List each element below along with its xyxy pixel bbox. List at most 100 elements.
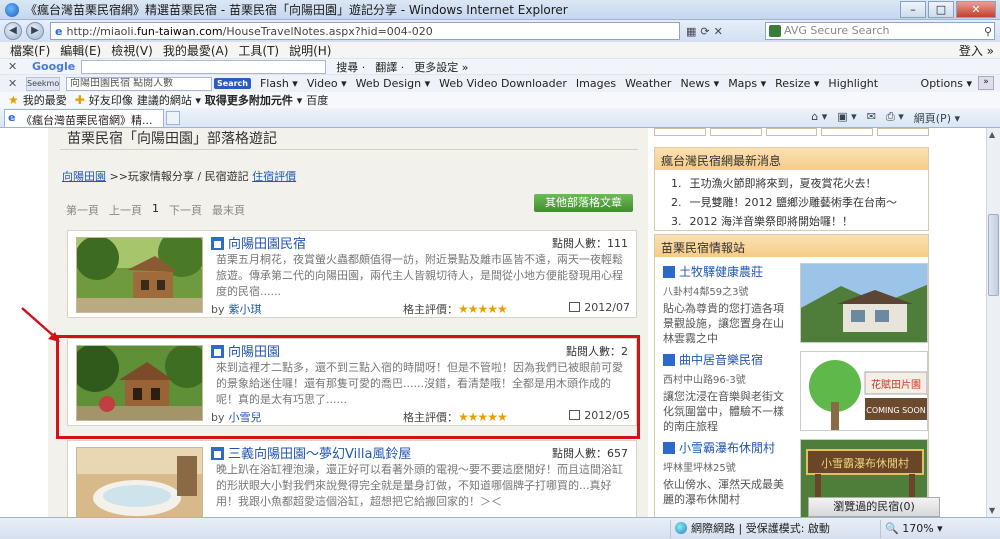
bnb-image[interactable]: 花賦田片園 COMING SOON — [800, 351, 928, 431]
fav-baidu[interactable]: 百度 — [306, 92, 328, 108]
post-title[interactable]: 三義向陽田園～夢幻Villa風鈴屋 — [211, 443, 411, 462]
sidebar-top-tab[interactable] — [877, 128, 929, 136]
links-toolbar-close-icon[interactable]: ✕ — [8, 77, 18, 90]
search-icon[interactable]: ⚲ — [984, 24, 992, 40]
url-suffix: /HouseTravelNotes.aspx?hid=004-020 — [222, 24, 433, 38]
scrollbar-thumb[interactable] — [988, 214, 999, 296]
favorites-star-icon[interactable]: ★ — [8, 93, 19, 107]
avg-icon — [769, 25, 781, 37]
toolbar-weather[interactable]: Weather — [625, 77, 671, 90]
bnb-description: 讓您沈浸在音樂與老街文化氛圍當中，體驗不一樣的南庄旅程 — [663, 390, 784, 433]
toolbar-search-input[interactable]: 向陽田園民宿 點閱人數 — [66, 76, 212, 91]
svg-text:花賦田片園: 花賦田片園 — [871, 378, 921, 391]
google-translate-button[interactable]: 翻譯 · — [375, 59, 404, 75]
sidebar-top-tabs — [654, 128, 929, 138]
compat-view-icon[interactable]: ▦ — [686, 25, 696, 38]
menu-view[interactable]: 檢視(V) — [111, 42, 153, 59]
toolbar-search-button[interactable]: Search — [214, 78, 251, 89]
news-box: 瘋台灣民宿網最新消息 1. 王功漁火節即將來到，夏夜賞花火去！ 2. 一見雙雕！20… — [654, 147, 929, 231]
google-toolbar-close-icon[interactable]: ✕ — [8, 60, 18, 73]
refresh-icon[interactable]: ⟳ — [700, 25, 709, 38]
pager-first[interactable]: 第一頁 — [66, 202, 99, 218]
bnb-image[interactable] — [800, 263, 928, 343]
toolbar-options[interactable]: Options ▾ — [921, 77, 972, 90]
page-menu[interactable]: 網頁(P) ▾ — [914, 110, 960, 126]
fav-addons[interactable]: 取得更多附加元件 ▾ — [205, 92, 302, 108]
print-icon[interactable]: ⎙ ▾ — [886, 110, 904, 126]
toolbar-chevron-icon[interactable]: » — [978, 76, 994, 90]
toolbar-web-design[interactable]: Web Design ▾ — [356, 77, 430, 90]
maximize-button[interactable]: □ — [928, 1, 954, 18]
menu-edit[interactable]: 編輯(E) — [60, 42, 101, 59]
pager-last[interactable]: 最末頁 — [212, 202, 245, 218]
security-zone[interactable]: 網際網路 | 受保護模式: 啟動 — [670, 520, 830, 538]
fav-friends[interactable]: 好友印像 — [89, 92, 133, 108]
scroll-down-icon[interactable]: ▼ — [989, 506, 995, 515]
feeds-icon[interactable]: ▣ ▾ — [837, 110, 856, 126]
post-author[interactable]: 紫小琪 — [229, 303, 262, 316]
sidebar-top-tab[interactable] — [821, 128, 874, 136]
add-favorite-icon[interactable]: ✚ — [75, 93, 85, 107]
toolbar-news[interactable]: News ▾ — [680, 77, 719, 90]
favorites-bar: ★ 我的最愛 ✚ 好友印像 建議的網站 ▾ 取得更多附加元件 ▾ 百度 — [0, 92, 1000, 108]
tab-active[interactable]: 《瘋台灣苗栗民宿網》精... — [4, 108, 164, 127]
zoom-control[interactable]: 🔍 170% ▾ — [880, 520, 943, 538]
pager-prev[interactable]: 上一頁 — [109, 202, 142, 218]
breadcrumb-root[interactable]: 向陽田園 — [62, 170, 106, 183]
news-item[interactable]: 3. 2012 海洋音樂祭即將開始囉！！ — [671, 212, 920, 231]
fav-suggested-sites[interactable]: 建議的網站 ▾ — [137, 92, 201, 108]
toolbar-images[interactable]: Images — [576, 77, 616, 90]
url-prefix: http://miaoli. — [66, 24, 138, 38]
other-blog-posts-button[interactable]: 其他部落格文章 — [534, 194, 633, 212]
viewed-bnb-button[interactable]: 瀏覽過的民宿(0) — [808, 497, 940, 517]
post-title[interactable]: 向陽田園民宿 — [211, 233, 306, 252]
breadcrumb-current[interactable]: 住宿評價 — [252, 170, 296, 183]
google-logo: Google — [32, 60, 76, 73]
google-more-button[interactable]: 更多設定 » — [414, 59, 468, 75]
breadcrumb-middle: >>玩家情報分享 / 民宿遊記 — [109, 170, 253, 183]
close-button[interactable]: ✕ — [956, 1, 996, 18]
stop-icon[interactable]: ✕ — [714, 25, 723, 38]
toolbar-flash[interactable]: Flash ▾ — [260, 77, 298, 90]
scroll-up-icon[interactable]: ▲ — [989, 130, 995, 139]
toolbar-maps[interactable]: Maps ▾ — [728, 77, 766, 90]
toolbar-resize[interactable]: Resize ▾ — [775, 77, 819, 90]
toolbar-highlight[interactable]: Highlight — [828, 77, 878, 90]
back-button[interactable]: ◀ — [4, 22, 22, 40]
news-item[interactable]: 1. 王功漁火節即將來到，夏夜賞花火去！ — [671, 174, 920, 193]
vertical-scrollbar[interactable]: ▲ ▼ — [986, 128, 1000, 517]
forward-button[interactable]: ▶ — [26, 22, 44, 40]
toolbar-video-downloader[interactable]: Web Video Downloader — [439, 77, 567, 90]
seekmo-logo: Seekmo — [26, 76, 60, 91]
minimize-button[interactable]: – — [900, 1, 926, 18]
pager-next[interactable]: 下一頁 — [169, 202, 202, 218]
login-link[interactable]: 登入 » — [959, 42, 994, 59]
post-thumbnail[interactable] — [76, 447, 203, 517]
menu-help[interactable]: 說明(H) — [289, 42, 331, 59]
house-icon — [211, 447, 224, 460]
house-icon — [663, 354, 675, 366]
menu-file[interactable]: 檔案(F) — [10, 42, 50, 59]
sidebar-top-tab[interactable] — [654, 128, 706, 136]
google-search-input[interactable] — [81, 59, 327, 74]
bnb-description: 依山傍水、渾然天成最美麗的瀑布休閒村 — [663, 478, 784, 506]
google-search-button[interactable]: 搜尋 · — [336, 59, 365, 75]
globe-icon — [675, 522, 687, 534]
new-tab-button[interactable] — [166, 110, 180, 125]
news-item[interactable]: 2. 一見雙雕！2012 鹽鄉沙雕藝術季在台南～ — [671, 193, 920, 212]
svg-text:小雪霸瀑布休閒村: 小雪霸瀑布休閒村 — [821, 456, 909, 470]
sidebar-top-tab[interactable] — [765, 128, 818, 136]
post-thumbnail[interactable] — [76, 237, 203, 313]
sidebar-top-tab[interactable] — [709, 128, 762, 136]
mail-icon[interactable]: ✉ — [867, 110, 876, 126]
post-views: 點閱人數：111 — [552, 237, 628, 250]
menu-tools[interactable]: 工具(T) — [238, 42, 279, 59]
fav-favorites[interactable]: 我的最愛 — [23, 92, 67, 108]
menu-favorites[interactable]: 我的最愛(A) — [163, 42, 229, 59]
url-input[interactable]: e http://miaoli. fun-taiwan.com /HouseTr… — [50, 22, 680, 40]
search-input[interactable]: AVG Secure Search ⚲ — [765, 22, 995, 40]
toolbar-video[interactable]: Video ▾ — [307, 77, 347, 90]
bnb-item: 土牧驛健康農莊 八卦村4鄰59之3號 貼心為尊貴的您打造各項景觀設施，讓您置身在… — [663, 263, 928, 346]
house-icon — [663, 266, 675, 278]
home-icon[interactable]: ⌂ ▾ — [811, 110, 827, 126]
